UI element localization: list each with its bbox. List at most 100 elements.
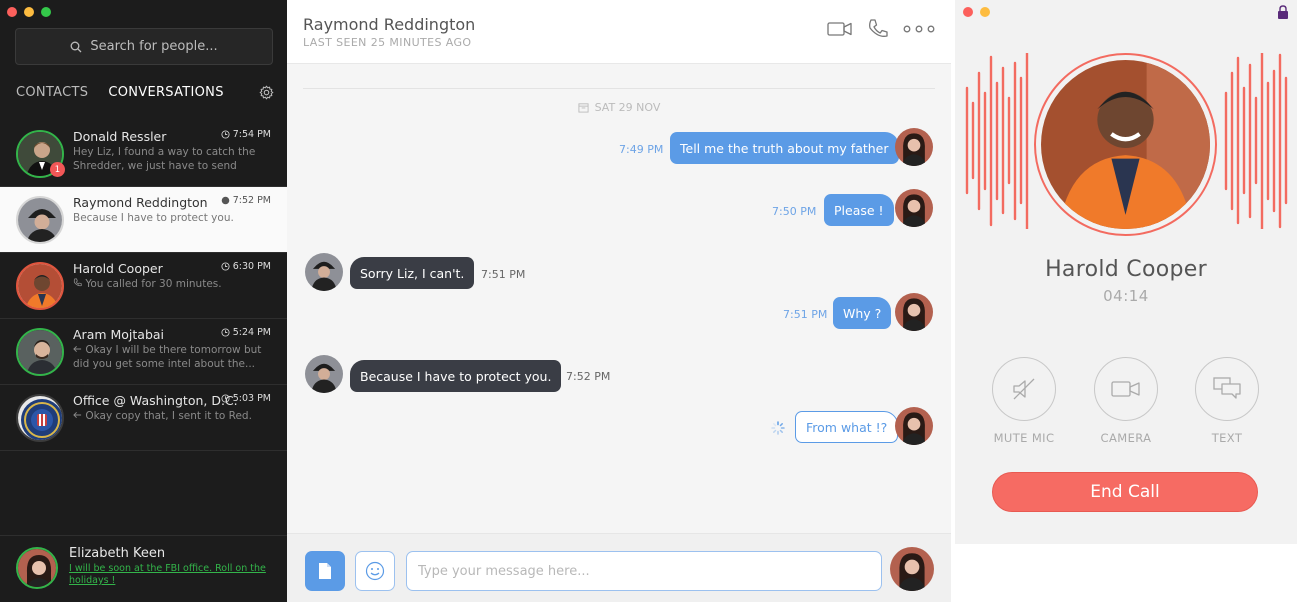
person-avatar-icon [305,355,343,393]
zoom-window-button[interactable] [41,7,51,17]
conversation-preview: Because I have to protect you. [73,212,234,224]
fbi-seal-icon [18,396,62,440]
avatar [305,253,343,291]
avatar [305,355,343,393]
person-avatar-icon [895,128,933,166]
message-composer [287,533,951,602]
avatar [16,196,64,244]
message-time: 7:50 PM [772,205,817,218]
avatar [895,293,933,331]
conversation-item[interactable]: Raymond Reddington 7:52 PM Because I hav… [0,187,287,253]
avatar [16,394,64,442]
avatar [16,547,58,589]
date-separator: SAT 29 NOV [287,101,951,114]
conversation-preview: Okay I will be there tomorrow but did yo… [73,344,269,371]
conversation-item[interactable]: Harold Cooper 6:30 PM You called for 30 … [0,253,287,319]
chat-actions [827,18,935,40]
chat-bubbles-icon [1213,377,1241,399]
attach-file-button[interactable] [305,551,345,591]
person-avatar-icon [18,264,62,308]
message-time: 7:51 PM [481,268,526,281]
camera-label: CAMERA [1100,431,1152,445]
phone-icon[interactable] [867,18,889,40]
unread-badge: 1 [50,162,65,177]
conversation-item[interactable]: 1 Donald Ressler 7:54 PM Hey Liz, I foun… [0,121,287,187]
message-time: 7:51 PM [783,308,828,321]
conversation-name: Harold Cooper [73,261,163,276]
video-call-icon[interactable] [827,20,853,38]
chat-panel: Raymond Reddington LAST SEEN 25 MINUTES … [287,0,951,602]
avatar [890,547,934,591]
avatar [895,189,933,227]
smiley-icon [365,561,385,581]
chat-contact-name: Raymond Reddington [303,15,476,34]
sidebar-tabs: CONTACTS CONVERSATIONS [16,85,274,100]
more-options-icon[interactable] [903,25,935,33]
text-control[interactable]: TEXT [1194,357,1260,445]
camera-control[interactable]: CAMERA [1093,357,1159,445]
tab-contacts[interactable]: CONTACTS [16,85,88,100]
gear-icon[interactable] [259,85,274,100]
message-time: 7:52 PM [566,370,611,383]
person-avatar-icon [895,407,933,445]
mute-mic-label: MUTE MIC [993,431,1055,445]
conversation-name: Aram Mojtabai [73,327,165,342]
minimize-window-button[interactable] [24,7,34,17]
minimize-window-button[interactable] [980,7,990,17]
window-controls [963,7,990,17]
mute-mic-icon [1013,378,1035,400]
conversation-item[interactable]: Aram Mojtabai 5:24 PM Okay I will be the… [0,319,287,385]
end-call-button[interactable]: End Call [992,472,1258,512]
message-bubble-outgoing: Please ! [824,194,894,226]
message-bubble-pending: From what !? [795,411,899,443]
camera-button[interactable] [1094,357,1158,421]
conversation-preview-text: Okay copy that, I sent it to Red. [85,410,252,422]
clock-icon [221,196,229,205]
message-bubble-incoming: Because I have to protect you. [350,360,562,392]
message-bubble-incoming: Sorry Liz, I can't. [350,257,475,289]
search-icon [70,41,82,52]
call-panel: Harold Cooper 04:14 MUTE MIC CAMERA TEXT… [955,0,1297,544]
calendar-icon [578,103,589,113]
last-seen: LAST SEEN 25 MINUTES AGO [303,36,472,49]
text-button[interactable] [1195,357,1259,421]
conversation-time: 6:30 PM [221,261,271,272]
message-input[interactable] [406,551,882,591]
conversation-time-text: 6:30 PM [232,261,271,272]
audio-wave-left [965,53,1029,229]
avatar [1041,60,1210,229]
conversation-item[interactable]: Office @ Washington, D.C. 5:03 PM Okay c… [0,385,287,451]
caller-avatar-ring [1034,53,1217,236]
search-bar[interactable]: Search for people... [15,28,273,65]
conversation-preview: Hey Liz, I found a way to catch the Shre… [73,146,256,174]
conversation-name: Office @ Washington, D.C. [73,393,238,408]
clock-icon [221,394,230,403]
emoji-button[interactable] [355,551,395,591]
message-time: 7:49 PM [619,143,664,156]
clock-icon [221,262,230,271]
lock-icon [1278,5,1288,19]
conversation-time: 5:03 PM [221,393,271,404]
message-bubble-outgoing: Why ? [833,297,892,329]
current-user[interactable]: Elizabeth Keen I will be soon at the FBI… [0,535,287,602]
sending-spinner-icon [771,421,785,435]
avatar [16,262,64,310]
tab-conversations[interactable]: CONVERSATIONS [108,85,223,100]
conversation-time-text: 5:03 PM [232,393,271,404]
close-window-button[interactable] [963,7,973,17]
call-duration: 04:14 [1103,287,1149,305]
mute-mic-button[interactable] [992,357,1056,421]
person-avatar-icon [895,293,933,331]
phone-icon [73,278,82,287]
mute-mic-control[interactable]: MUTE MIC [991,357,1057,445]
close-window-button[interactable] [7,7,17,17]
avatar [16,328,64,376]
current-user-status[interactable]: I will be soon at the FBI office. Roll o… [69,563,274,587]
conversation-time: 7:52 PM [221,195,271,206]
conversation-time: 5:24 PM [221,327,271,338]
reply-icon [73,411,82,419]
conversation-list: 1 Donald Ressler 7:54 PM Hey Liz, I foun… [0,121,287,451]
window-controls [7,7,51,17]
person-avatar-icon [305,253,343,291]
sidebar: Search for people... CONTACTS CONVERSATI… [0,0,287,602]
